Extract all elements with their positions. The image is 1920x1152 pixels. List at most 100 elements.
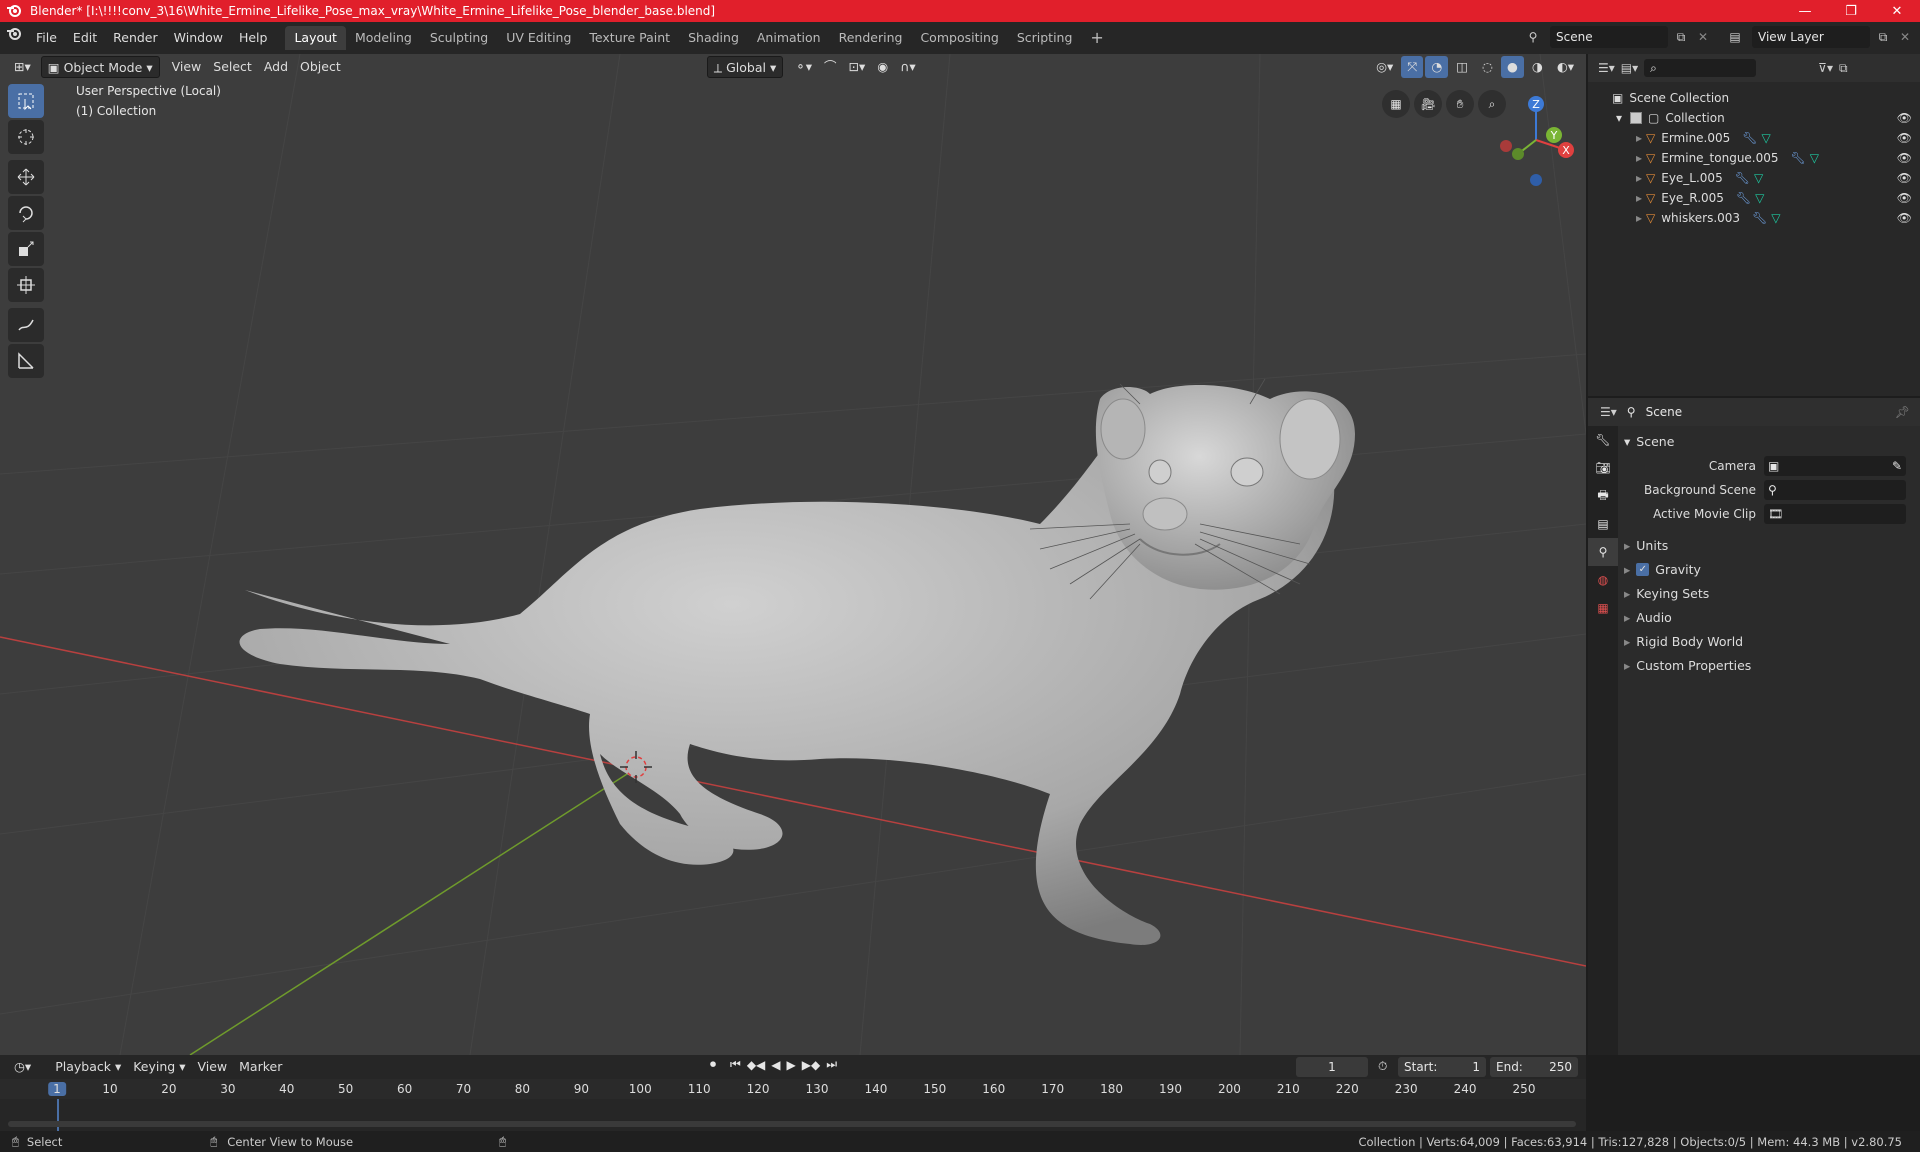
timeline-editor-type-icon[interactable]: ◷▾	[8, 1056, 37, 1078]
keying-sets-panel[interactable]: ▸ Keying Sets	[1624, 582, 1709, 604]
active-movie-clip-field[interactable]: 🎞︎	[1764, 504, 1906, 524]
outliner-search-input[interactable]: ⌕	[1644, 59, 1757, 77]
menu-file[interactable]: File	[28, 26, 65, 50]
eye-icon[interactable]: 👁︎	[1897, 111, 1912, 125]
move-icon[interactable]	[8, 160, 44, 194]
properties-editor-type-icon[interactable]: ☰▾	[1600, 405, 1617, 419]
tab-scripting[interactable]: Scripting	[1008, 26, 1082, 50]
new-view-layer-icon[interactable]: ⧉	[1874, 30, 1892, 45]
minimize-button[interactable]: —	[1782, 0, 1828, 22]
close-button[interactable]: ✕	[1874, 0, 1920, 22]
delete-scene-icon[interactable]: ✕	[1694, 30, 1712, 44]
menu-view[interactable]: View	[166, 56, 208, 78]
next-keyframe-icon[interactable]: ▶◆	[802, 1058, 820, 1072]
visibility-icon[interactable]: ◎▾	[1370, 56, 1399, 78]
gizmo-toggle-icon[interactable]: ⤧	[1401, 56, 1424, 78]
menu-object[interactable]: Object	[294, 56, 347, 78]
view-layer-icon[interactable]: ▤	[1722, 30, 1748, 44]
add-workspace-icon[interactable]: +	[1081, 26, 1112, 50]
tab-layout[interactable]: Layout	[285, 26, 346, 50]
eyedropper-icon[interactable]: ✎	[1892, 459, 1902, 473]
tab-rendering[interactable]: Rendering	[830, 26, 912, 50]
eye-icon[interactable]: 👁︎	[1897, 211, 1912, 225]
menu-edit[interactable]: Edit	[65, 26, 105, 50]
proportional-edit-icon[interactable]: ◉	[871, 56, 894, 78]
overlay-toggle-icon[interactable]: ◔	[1425, 56, 1449, 78]
tab-compositing[interactable]: Compositing	[911, 26, 1007, 50]
shading-material-icon[interactable]: ◑	[1526, 56, 1549, 78]
camera-view-icon[interactable]: 🎥︎	[1414, 90, 1442, 118]
eye-icon[interactable]: 👁︎	[1897, 151, 1912, 165]
timeline-scrollbar[interactable]	[8, 1121, 1576, 1127]
jump-start-icon[interactable]: ⏮	[730, 1057, 741, 1072]
start-frame-field[interactable]: Start: 1	[1398, 1057, 1486, 1077]
units-panel[interactable]: ▸ Units	[1624, 534, 1668, 556]
blender-menu-icon[interactable]	[0, 26, 28, 50]
jump-end-icon[interactable]: ⏭	[826, 1057, 837, 1072]
tab-shading[interactable]: Shading	[679, 26, 748, 50]
outliner-object-row[interactable]: ▸ ▽ Eye_L.005 🔧︎ ▽ 👁︎	[1588, 168, 1920, 188]
ermine-model[interactable]	[239, 378, 1355, 945]
prev-keyframe-icon[interactable]: ◆◀	[747, 1058, 765, 1072]
editor-type-button[interactable]: ⊞▾	[8, 56, 37, 78]
menu-marker[interactable]: Marker	[233, 1056, 288, 1078]
transform-orientation-dropdown[interactable]: ⟂ Global ▾	[706, 56, 784, 78]
end-frame-field[interactable]: End: 250	[1490, 1057, 1578, 1077]
expand-triangle-icon[interactable]: ▸	[1636, 151, 1646, 165]
stopwatch-icon[interactable]: ⏱	[1378, 1059, 1387, 1074]
include-checkbox[interactable]	[1630, 112, 1642, 124]
falloff-icon[interactable]: ∩▾	[894, 56, 921, 78]
expand-triangle-icon[interactable]: ▸	[1636, 171, 1646, 185]
shading-wireframe-icon[interactable]: ◌	[1476, 56, 1499, 78]
scene-section-header[interactable]: ▾ Scene	[1624, 430, 1674, 452]
menu-add[interactable]: Add	[258, 56, 294, 78]
menu-window[interactable]: Window	[166, 26, 231, 50]
grid-toggle-icon[interactable]: ▦	[1382, 90, 1410, 118]
shading-solid-icon[interactable]: ●	[1500, 56, 1524, 78]
outliner-object-row[interactable]: ▸ ▽ whiskers.003 🔧︎ ▽ 👁︎	[1588, 208, 1920, 228]
snap-icon[interactable]: ⌒	[818, 56, 843, 78]
display-mode-icon[interactable]: ▤▾	[1621, 61, 1638, 75]
scene-tab-icon[interactable]: ⚲	[1588, 538, 1618, 566]
shading-rendered-icon[interactable]: ◐▾	[1551, 56, 1580, 78]
tab-sculpting[interactable]: Sculpting	[421, 26, 497, 50]
scene-icon[interactable]: ⚲	[1520, 30, 1546, 44]
tab-texture-paint[interactable]: Texture Paint	[580, 26, 679, 50]
record-icon[interactable]: ⏺	[710, 1057, 716, 1072]
output-tab-icon[interactable]: 🖶︎	[1588, 482, 1618, 510]
menu-timeline-view[interactable]: View	[191, 1056, 233, 1078]
camera-field[interactable]: ▣ ✎	[1764, 456, 1906, 476]
current-frame-field[interactable]: 1	[1296, 1057, 1368, 1077]
world-tab-icon[interactable]: ◍	[1588, 566, 1618, 594]
scene-selector[interactable]: Scene	[1550, 26, 1668, 48]
outliner-object-row[interactable]: ▸ ▽ Ermine_tongue.005 🔧︎ ▽ 👁︎	[1588, 148, 1920, 168]
menu-select[interactable]: Select	[207, 56, 258, 78]
tab-animation[interactable]: Animation	[748, 26, 830, 50]
cursor-icon[interactable]	[8, 120, 44, 154]
new-collection-icon[interactable]: ⧉	[1839, 61, 1848, 76]
mode-dropdown[interactable]: ▣ Object Mode ▾	[40, 56, 160, 78]
view-layer-tab-icon[interactable]: ▤	[1588, 510, 1618, 538]
navigation-gizmo[interactable]: Z X Y	[1494, 84, 1586, 194]
new-scene-icon[interactable]: ⧉	[1672, 30, 1690, 45]
maximize-button[interactable]: ❐	[1828, 0, 1874, 22]
transform-icon[interactable]	[8, 268, 44, 302]
pivot-point-icon[interactable]: ⚬▾	[789, 56, 818, 78]
outliner-scene-collection[interactable]: ▣ Scene Collection	[1588, 88, 1920, 108]
texture-tab-icon[interactable]: ▦	[1588, 594, 1618, 622]
snap-target-icon[interactable]: ⊡▾	[843, 56, 872, 78]
tab-modeling[interactable]: Modeling	[346, 26, 421, 50]
render-tab-icon[interactable]: 📷︎	[1588, 454, 1618, 482]
select-box-icon[interactable]	[8, 84, 44, 118]
rigid-body-world-panel[interactable]: ▸ Rigid Body World	[1624, 630, 1743, 652]
background-scene-field[interactable]: ⚲	[1764, 480, 1906, 500]
pan-hand-icon[interactable]: ✋︎	[1446, 90, 1474, 118]
annotate-icon[interactable]	[8, 308, 44, 342]
outliner-object-row[interactable]: ▸ ▽ Eye_R.005 🔧︎ ▽ 👁︎	[1588, 188, 1920, 208]
scale-icon[interactable]	[8, 232, 44, 266]
eye-icon[interactable]: 👁︎	[1897, 171, 1912, 185]
eye-icon[interactable]: 👁︎	[1897, 191, 1912, 205]
outliner-editor-type-icon[interactable]: ☰▾	[1598, 61, 1615, 75]
measure-icon[interactable]	[8, 344, 44, 378]
tool-tab-icon[interactable]: 🔧︎	[1588, 426, 1618, 454]
